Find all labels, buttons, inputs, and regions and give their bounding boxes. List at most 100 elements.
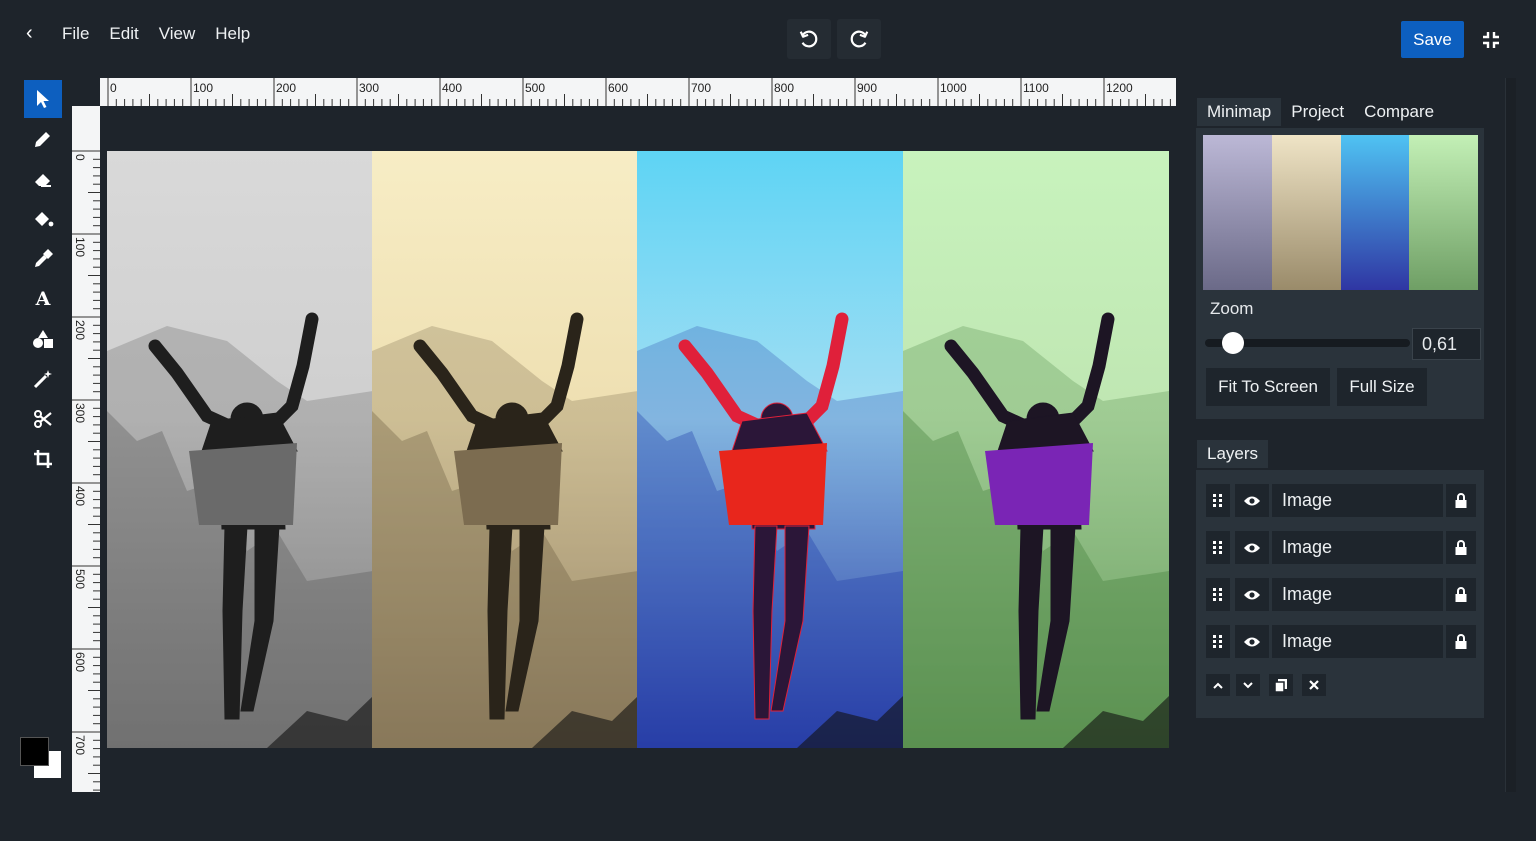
tab-minimap[interactable]: Minimap	[1197, 98, 1282, 126]
green-panel	[903, 151, 1169, 748]
magic-wand-icon	[33, 370, 52, 389]
lock-icon[interactable]	[1446, 625, 1476, 658]
zoom-slider-thumb[interactable]	[1221, 332, 1244, 354]
layer-row[interactable]: Image	[1206, 625, 1476, 672]
lock-icon[interactable]	[1446, 578, 1476, 611]
ruler-label: 600	[73, 652, 87, 672]
ruler-corner	[72, 78, 100, 106]
menu-edit[interactable]: Edit	[99, 20, 148, 48]
sepia-panel	[372, 151, 638, 748]
minimap-thumb-1	[1203, 135, 1272, 290]
menu-bar: File Edit View Help	[52, 20, 260, 48]
undo-icon	[799, 30, 818, 48]
grayscale-panel	[107, 151, 373, 748]
visibility-eye-icon[interactable]	[1235, 625, 1269, 658]
color-swatches[interactable]	[20, 737, 64, 781]
full-size-button[interactable]: Full Size	[1337, 368, 1427, 406]
layer-row[interactable]: Image	[1206, 578, 1476, 625]
ruler-label: 1000	[940, 81, 967, 95]
back-icon[interactable]: ‹	[26, 22, 46, 44]
zoom-value-input[interactable]: 0,61	[1412, 328, 1481, 360]
tab-compare[interactable]: Compare	[1354, 98, 1444, 126]
eraser-tool[interactable]	[24, 160, 62, 198]
zoom-slider[interactable]	[1205, 329, 1410, 357]
ruler-label: 100	[73, 237, 87, 257]
lock-icon[interactable]	[1446, 531, 1476, 564]
drag-handle-icon[interactable]	[1206, 578, 1230, 611]
eyedropper-icon	[35, 249, 53, 267]
sidebar-scrollbar[interactable]	[1505, 78, 1516, 792]
delete-layer-button[interactable]	[1302, 674, 1326, 696]
layer-row[interactable]: Image	[1206, 531, 1476, 578]
ruler-label: 1200	[1106, 81, 1133, 95]
ruler-label: 100	[193, 81, 213, 95]
fill-tool[interactable]	[24, 200, 62, 238]
canvas-artwork	[107, 151, 1169, 748]
paint-bucket-icon	[35, 212, 54, 227]
vivid-blue-panel	[637, 151, 903, 748]
ruler-label: 600	[608, 81, 628, 95]
ruler-label: 1100	[1023, 81, 1049, 95]
magic-wand-tool[interactable]	[24, 360, 62, 398]
redo-button[interactable]	[837, 19, 881, 59]
layer-name[interactable]: Image	[1272, 531, 1443, 564]
move-layer-down-button[interactable]	[1236, 674, 1260, 696]
save-button[interactable]: Save	[1401, 21, 1464, 58]
zoom-label: Zoom	[1210, 299, 1254, 318]
visibility-eye-icon[interactable]	[1235, 484, 1269, 517]
cut-tool[interactable]	[24, 400, 62, 438]
layer-name[interactable]: Image	[1272, 484, 1443, 517]
lock-icon[interactable]	[1446, 484, 1476, 517]
layers-list: Image Image Image Image	[1206, 484, 1476, 672]
menu-file[interactable]: File	[52, 20, 99, 48]
redo-icon	[850, 30, 869, 48]
pencil-tool[interactable]	[24, 120, 62, 158]
ruler-label: 700	[73, 735, 87, 755]
chevron-up-icon	[1213, 682, 1223, 689]
fit-to-screen-button[interactable]: Fit To Screen	[1206, 368, 1330, 406]
image-canvas[interactable]	[107, 151, 1169, 748]
duplicate-layer-button[interactable]	[1269, 674, 1293, 696]
text-icon: A	[35, 288, 51, 310]
text-tool[interactable]: A	[24, 280, 62, 318]
visibility-eye-icon[interactable]	[1235, 578, 1269, 611]
close-icon	[1309, 680, 1319, 690]
layer-name[interactable]: Image	[1272, 578, 1443, 611]
eyedropper-tool[interactable]	[24, 240, 62, 278]
minimap-preview[interactable]	[1203, 135, 1478, 290]
undo-button[interactable]	[787, 19, 831, 59]
drag-handle-icon[interactable]	[1206, 484, 1230, 517]
move-layer-up-button[interactable]	[1206, 674, 1230, 696]
foreground-color-swatch[interactable]	[20, 737, 49, 766]
minimap-thumb-2	[1271, 135, 1341, 290]
crop-tool[interactable]	[24, 440, 62, 478]
layer-row[interactable]: Image	[1206, 484, 1476, 531]
ruler-label: 200	[276, 81, 296, 95]
minimap-thumb-3	[1340, 135, 1410, 290]
layer-actions	[1206, 674, 1326, 696]
drag-handle-icon[interactable]	[1206, 625, 1230, 658]
shapes-tool[interactable]	[24, 320, 62, 358]
ruler-label: 300	[359, 81, 379, 95]
exit-fullscreen-icon	[1483, 31, 1499, 48]
crop-icon	[34, 450, 52, 468]
exit-fullscreen-button[interactable]	[1471, 21, 1511, 58]
ruler-label: 800	[774, 81, 794, 95]
visibility-eye-icon[interactable]	[1235, 531, 1269, 564]
ruler-label: 700	[691, 81, 711, 95]
layer-name[interactable]: Image	[1272, 625, 1443, 658]
tab-project[interactable]: Project	[1281, 98, 1354, 126]
vertical-ruler: 0 100 200 300 400 500 600 700	[72, 106, 100, 792]
sidebar-tabs: Minimap Project Compare	[1197, 98, 1444, 126]
ruler-label: 300	[73, 403, 87, 423]
select-tool[interactable]	[24, 80, 62, 118]
ruler-label: 0	[73, 154, 87, 161]
menu-view[interactable]: View	[149, 20, 206, 48]
tab-layers[interactable]: Layers	[1197, 440, 1269, 468]
tools-toolbar: A	[24, 80, 62, 480]
chevron-down-icon	[1243, 681, 1253, 688]
shapes-icon	[33, 330, 53, 348]
layers-tabs: Layers	[1197, 440, 1269, 468]
menu-help[interactable]: Help	[205, 20, 260, 48]
drag-handle-icon[interactable]	[1206, 531, 1230, 564]
